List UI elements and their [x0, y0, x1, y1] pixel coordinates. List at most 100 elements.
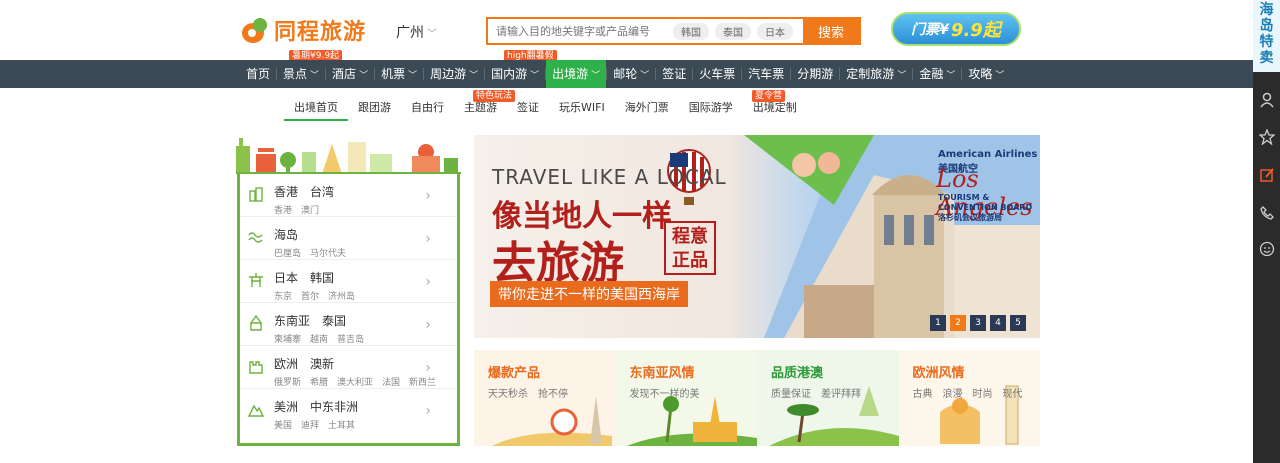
region-item-3[interactable]: 东南亚 泰国 柬埔寨 越南 普吉岛 ›: [240, 303, 457, 346]
region-menu: 香港 台湾 香港 澳门 › 海岛 巴厘岛 马尔代夫 › 日本 韩国 东京 首尔 济州岛 › 东南亚…: [237, 174, 460, 446]
mountain-icon: [247, 401, 265, 417]
subnav-item-7[interactable]: 国际游学: [679, 100, 743, 121]
feature-card-3[interactable]: 欧洲风情古典 浪漫 时尚 现代: [898, 350, 1040, 446]
feature-card-1[interactable]: 东南亚风情发现不一样的美: [615, 350, 757, 446]
nav-item-9[interactable]: 火车票: [693, 60, 741, 88]
nav-item-label: 火车票: [699, 67, 736, 81]
subnav-item-1[interactable]: 跟团游: [348, 100, 401, 121]
nav-item-label: 分期游: [797, 67, 834, 81]
nav-item-7[interactable]: 邮轮 ﹀: [607, 60, 655, 88]
nav-item-1[interactable]: 景点 ﹀: [277, 60, 325, 88]
nav-item-label: 邮轮: [613, 67, 638, 81]
subnav-item-5[interactable]: 玩乐WIFI: [549, 100, 615, 121]
stamp-line-1: 程意: [672, 226, 708, 247]
nav-item-5[interactable]: 国内游 ﹀: [485, 60, 545, 88]
chevron-right-icon: ›: [425, 360, 431, 376]
tourism-board-en: TOURISM & CONVENTION BOARD: [938, 193, 1033, 212]
pagoda-icon: [248, 272, 264, 288]
nav-item-8[interactable]: 签证: [656, 60, 692, 88]
banner-page-1[interactable]: 1: [930, 315, 946, 331]
banner-pagination: 12345: [930, 315, 1026, 331]
nav-item-label: 签证: [662, 67, 687, 81]
feature-cards: 爆款产品 天天秒杀 抢不停 东南亚风情 发现不一样的美 品质港澳 质量保证 差评拜拜 欧洲风…: [474, 350, 1040, 446]
feature-card-0[interactable]: 爆款产品天天秒杀 抢不停: [474, 350, 616, 446]
nav-item-label: 首页: [246, 67, 271, 81]
nav-item-label: 金融: [919, 67, 944, 81]
nav-item-0[interactable]: 首页: [240, 60, 276, 88]
chevron-right-icon: ›: [425, 231, 431, 247]
banner-page-3[interactable]: 3: [970, 315, 986, 331]
banner-page-2[interactable]: 2: [950, 315, 966, 331]
hero-banner[interactable]: TRAVEL LIKE A LOCAL 像当地人一样 去旅游 程意 正品 带你走…: [474, 135, 1040, 338]
nav-item-13[interactable]: 金融 ﹀: [913, 60, 961, 88]
feature-card-2[interactable]: 品质港澳 质量保证 差评拜拜: [757, 350, 899, 446]
subnav-item-3[interactable]: 主题游: [454, 100, 507, 121]
card-subtitle: 古典 浪漫 时尚 现代: [912, 389, 1023, 400]
user-icon[interactable]: [1258, 91, 1275, 108]
temple-icon: [248, 314, 264, 331]
nav-item-label: 周边游: [430, 67, 467, 81]
region-subtitle: 巴厘岛 马尔代夫: [274, 249, 347, 259]
city-selector[interactable]: 广州 ﹀: [396, 22, 437, 42]
smile-icon[interactable]: [1258, 240, 1275, 257]
logo-text: 同程旅游: [274, 20, 367, 45]
nav-item-label: 定制旅游: [846, 67, 895, 81]
edit-icon[interactable]: [1258, 166, 1275, 183]
stamp-line-2: 正品: [672, 250, 708, 271]
nav-item-14[interactable]: 攻略 ﹀: [962, 60, 1010, 88]
chevron-down-icon: ﹀: [530, 71, 540, 81]
subnav-item-4[interactable]: 签证: [507, 100, 549, 121]
chevron-down-icon: ﹀: [408, 71, 418, 81]
nav-item-3[interactable]: 机票 ﹀: [375, 60, 423, 88]
nav-item-label: 汽车票: [748, 67, 785, 81]
subnav-item-2[interactable]: 自由行: [401, 100, 454, 121]
star-icon[interactable]: [1258, 128, 1275, 145]
badge-zhutiyou: 特色玩法: [473, 90, 516, 102]
region-subtitle: 美国 迪拜 土耳其: [274, 421, 356, 431]
site-logo[interactable]: 同程旅游: [240, 14, 366, 46]
search-tag-korea[interactable]: 韩国: [673, 23, 709, 40]
region-item-2[interactable]: 日本 韩国 东京 首尔 济州岛 ›: [240, 260, 457, 303]
card-subtitle: 发现不一样的美: [629, 389, 700, 400]
region-subtitle: 东京 首尔 济州岛: [274, 292, 356, 302]
nav-item-label: 国内游: [491, 67, 528, 81]
ticket-promo-banner[interactable]: 门票¥ 9.9起: [891, 12, 1021, 46]
banner-ribbon: 带你走进不一样的美国西海岸: [490, 281, 688, 307]
search-button[interactable]: 搜索: [803, 19, 859, 43]
region-subtitle: 香港 澳门: [274, 206, 320, 216]
card-subtitle: 天天秒杀 抢不停: [488, 389, 568, 400]
card-title: 爆款产品: [488, 366, 541, 381]
region-item-5[interactable]: 美洲 中东非洲 美国 迪拜 土耳其 ›: [240, 389, 457, 432]
region-subtitle: 柬埔寨 越南 普吉岛: [274, 335, 365, 345]
banner-page-5[interactable]: 5: [1010, 315, 1026, 331]
region-item-1[interactable]: 海岛 巴厘岛 马尔代夫 ›: [240, 217, 457, 260]
subnav-item-6[interactable]: 海外门票: [615, 100, 679, 121]
nav-item-6[interactable]: 出境游 ﹀: [546, 60, 607, 88]
tourism-board-text: TOURISM & CONVENTION BOARD 洛杉矶会议旅游局: [938, 193, 1040, 223]
nav-item-4[interactable]: 周边游 ﹀: [424, 60, 484, 88]
right-toolbar: 海岛特卖: [1253, 0, 1280, 463]
search-tag-japan[interactable]: 日本: [757, 23, 793, 40]
card-title: 欧洲风情: [912, 366, 965, 381]
phone-icon[interactable]: [1258, 204, 1275, 221]
chevron-down-icon: ﹀: [591, 71, 601, 81]
search-tag-thailand[interactable]: 泰国: [715, 23, 751, 40]
banner-page-4[interactable]: 4: [990, 315, 1006, 331]
island-sale-tab[interactable]: 海岛特卖: [1253, 0, 1280, 72]
region-subtitle: 俄罗斯 希腊 澳大利亚 法国 新西兰: [274, 378, 437, 388]
building-icon: [248, 186, 264, 202]
subnav-item-8[interactable]: 出境定制: [743, 100, 807, 121]
chevron-right-icon: ›: [425, 274, 431, 290]
logo-mark-icon: [240, 15, 270, 45]
chevron-down-icon: ﹀: [995, 71, 1005, 81]
nav-item-11[interactable]: 分期游: [791, 60, 839, 88]
nav-item-2[interactable]: 酒店 ﹀: [326, 60, 374, 88]
region-item-0[interactable]: 香港 台湾 香港 澳门 ›: [240, 174, 457, 217]
card-title: 东南亚风情: [629, 366, 695, 381]
nav-item-12[interactable]: 定制旅游 ﹀: [840, 60, 912, 88]
subnav-item-0[interactable]: 出境首页: [284, 100, 348, 121]
badge-guojiyouxue: 夏令营: [752, 90, 786, 102]
chevron-down-icon: ﹀: [640, 71, 650, 81]
nav-item-10[interactable]: 汽车票: [742, 60, 790, 88]
region-item-4[interactable]: 欧洲 澳新 俄罗斯 希腊 澳大利亚 法国 新西兰 ›: [240, 346, 457, 389]
